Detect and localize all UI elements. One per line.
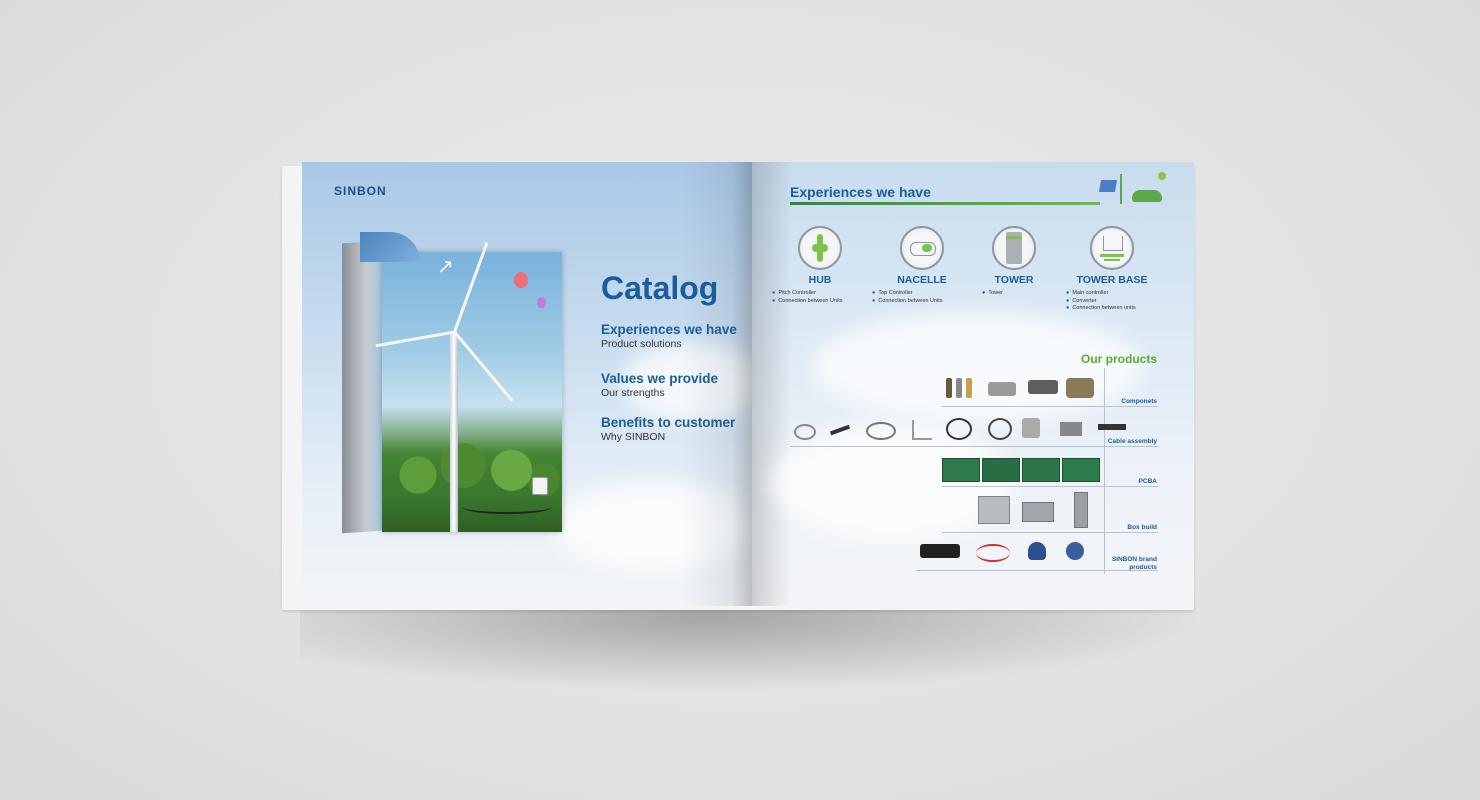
toc-subtitle: Our strengths [601, 387, 665, 399]
category-item: Top Controller [872, 290, 972, 298]
pcba-thumbnail [982, 458, 1020, 482]
pcba-thumbnail [1022, 458, 1060, 482]
pcba-thumbnail [942, 458, 980, 482]
power-cable [462, 500, 552, 514]
category-name: NACELLE [897, 274, 947, 286]
toc-item: Values we provide Our strengths [601, 371, 718, 400]
toc-subtitle: Why SINBON [601, 431, 666, 443]
toc-heading: Values we provide [601, 371, 719, 386]
category-tower-base: TOWER BASE Main controller Converter Con… [1060, 226, 1164, 313]
box-thumbnail [978, 496, 1010, 524]
brand-product-thumbnail [976, 544, 1010, 562]
product-label: Box build [1127, 524, 1157, 531]
brand-product-thumbnail [1028, 542, 1046, 560]
book-shadow [300, 600, 1200, 690]
category-item: Connection between Units [872, 298, 972, 306]
product-label: Cable assembly [1107, 438, 1157, 445]
balloon-icon [514, 272, 528, 288]
category-name: TOWER BASE [1076, 274, 1148, 286]
box-thumbnail [1022, 502, 1054, 522]
cable-thumbnail [1022, 418, 1040, 438]
panel-flap [360, 232, 420, 262]
electric-car-icon [1132, 190, 1162, 202]
connector-thumbnail [946, 378, 952, 398]
title-underline [790, 202, 1100, 205]
product-label: SINBON brand products [1111, 556, 1157, 571]
wind-turbine-illustration: ↗ [342, 232, 562, 534]
left-page: SINBON ↗ Catalog Experiences we have Pro… [302, 162, 752, 606]
nacelle-icon [900, 226, 944, 270]
category-name: HUB [808, 274, 832, 286]
cable-thumbnail [1060, 422, 1082, 436]
cable-thumbnail [829, 424, 851, 436]
connector-thumbnail [956, 378, 962, 398]
catalog-title: Catalog [601, 270, 719, 306]
tower-icon [992, 226, 1036, 270]
brand-product-thumbnail [1066, 542, 1084, 560]
product-label: PCBA [1138, 478, 1157, 485]
toc-item: Experiences we have Product solutions [601, 322, 737, 351]
category-item: Connection between units [1066, 305, 1164, 313]
bird-icon: ↗ [437, 256, 454, 278]
cable-thumbnail [1098, 424, 1126, 430]
turbine-icon [1120, 174, 1122, 204]
balloon-icon [537, 297, 546, 308]
toc-heading: Experiences we have [601, 322, 737, 337]
brand-product-thumbnail [920, 544, 960, 558]
category-name: TOWER [994, 274, 1034, 286]
category-list: Tower [974, 290, 1054, 298]
toc-heading: Benefits to customer [601, 415, 736, 430]
solar-panel-icon [1098, 180, 1118, 192]
catalog-book: SINBON ↗ Catalog Experiences we have Pro… [282, 162, 1196, 612]
category-item: Tower [982, 290, 1054, 298]
turbine-tower [450, 332, 458, 532]
category-item: Converter [1066, 298, 1164, 306]
box-thumbnail [1074, 492, 1088, 528]
category-item: Main controller [1066, 290, 1164, 298]
cable-thumbnail [912, 420, 932, 440]
cable-thumbnail [988, 418, 1012, 440]
tower-base-icon [1090, 226, 1134, 270]
toc-item: Benefits to customer Why SINBON [601, 415, 735, 444]
connector-thumbnail [966, 378, 972, 398]
cloud [552, 482, 752, 572]
category-tower: TOWER Tower [974, 226, 1054, 298]
category-list: Pitch Controller Connection between Unit… [772, 290, 868, 305]
sinbon-logo: SINBON [334, 184, 387, 198]
category-item: Connection between Units [772, 298, 868, 306]
power-outlet-icon [532, 477, 548, 495]
product-label: Componets [1121, 398, 1157, 405]
cable-thumbnail [794, 424, 816, 440]
connector-thumbnail [1028, 380, 1058, 394]
connector-thumbnail [1066, 378, 1094, 398]
products-title: Our products [1080, 352, 1157, 366]
pcba-thumbnail [1062, 458, 1100, 482]
category-list: Top Controller Connection between Units [872, 290, 972, 305]
hub-icon [798, 226, 842, 270]
category-hub: HUB Pitch Controller Connection between … [772, 226, 868, 305]
category-list: Main controller Converter Connection bet… [1060, 290, 1164, 313]
panel-side [342, 240, 382, 534]
connector-thumbnail [988, 382, 1016, 396]
right-page: Experiences we have HUB Pitch Controller… [752, 162, 1194, 606]
category-item: Pitch Controller [772, 290, 868, 298]
toc-subtitle: Product solutions [601, 338, 682, 350]
category-nacelle: NACELLE Top Controller Connection betwee… [872, 226, 972, 305]
green-energy-icons [1090, 168, 1170, 208]
cable-thumbnail [946, 418, 972, 440]
leaf-icon [1158, 172, 1166, 180]
section-title: Experiences we have [790, 184, 931, 200]
cable-thumbnail [866, 422, 896, 440]
